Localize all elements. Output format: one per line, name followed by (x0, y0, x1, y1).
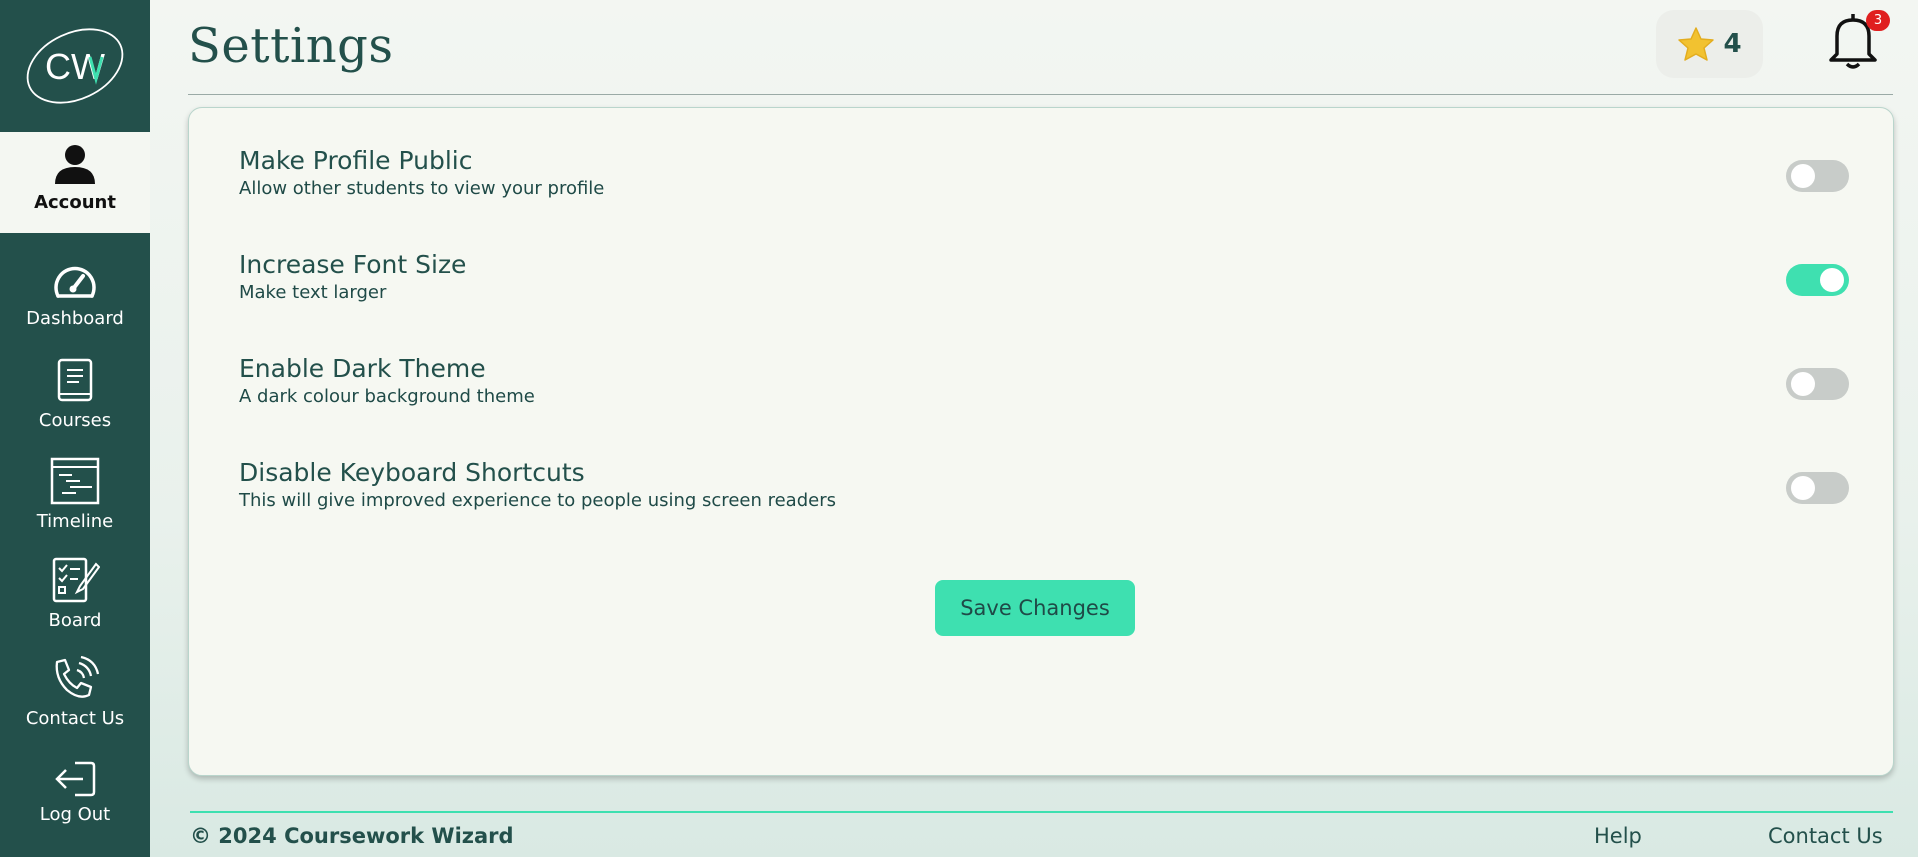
settings-card: Make Profile Public Allow other students… (188, 107, 1894, 776)
sidebar-item-courses[interactable]: Courses (0, 358, 150, 431)
sidebar-item-label: Contact Us (25, 708, 125, 729)
points-badge[interactable]: 4 (1656, 10, 1763, 78)
toggle-knob (1791, 476, 1815, 500)
person-icon (55, 145, 95, 184)
save-changes-button[interactable]: Save Changes (935, 580, 1135, 636)
setting-increase-font-size: Increase Font Size Make text larger (239, 250, 1849, 320)
setting-description: Allow other students to view your profil… (239, 178, 605, 199)
speedometer-icon (54, 266, 96, 298)
sidebar-item-label: Board (48, 610, 102, 631)
setting-title: Enable Dark Theme (239, 354, 486, 383)
profile-public-toggle[interactable] (1786, 160, 1849, 192)
keyboard-shortcuts-toggle[interactable] (1786, 472, 1849, 504)
sidebar-item-label: Log Out (39, 804, 111, 825)
sidebar-item-account[interactable]: Account (0, 132, 150, 233)
notification-count-badge: 3 (1866, 10, 1890, 31)
cw-logo-icon: CW (26, 28, 124, 104)
header-divider (188, 94, 1893, 95)
setting-enable-dark-theme: Enable Dark Theme A dark colour backgrou… (239, 354, 1849, 424)
sidebar-item-timeline[interactable]: Timeline (0, 457, 150, 532)
phone-icon (55, 656, 100, 698)
footer-divider (190, 811, 1893, 813)
footer-copyright: © 2024 Coursework Wizard (190, 824, 514, 848)
setting-title: Increase Font Size (239, 250, 467, 279)
sidebar-item-label: Timeline (36, 511, 114, 532)
sidebar-item-board[interactable]: Board (0, 556, 150, 631)
setting-disable-keyboard-shortcuts: Disable Keyboard Shortcuts This will giv… (239, 458, 1849, 528)
page-title: Settings (188, 18, 394, 74)
font-size-toggle[interactable] (1786, 264, 1849, 296)
sidebar-item-dashboard[interactable]: Dashboard (0, 262, 150, 329)
sidebar-item-label: Courses (38, 410, 112, 431)
logout-icon (55, 761, 96, 797)
toggle-knob (1791, 372, 1815, 396)
setting-description: This will give improved experience to pe… (239, 490, 836, 511)
points-count: 4 (1723, 29, 1742, 59)
sidebar-item-label: Account (34, 192, 116, 213)
sidebar-item-log-out[interactable]: Log Out (0, 760, 150, 825)
checklist-icon (52, 557, 100, 603)
book-icon (57, 358, 93, 402)
setting-description: Make text larger (239, 282, 387, 303)
star-icon (1678, 27, 1715, 61)
logo[interactable]: CW (0, 0, 150, 132)
setting-description: A dark colour background theme (239, 386, 535, 407)
setting-title: Disable Keyboard Shortcuts (239, 458, 585, 487)
toggle-knob (1820, 268, 1844, 292)
timeline-icon (50, 457, 100, 505)
sidebar-item-label: Dashboard (26, 308, 124, 329)
setting-make-profile-public: Make Profile Public Allow other students… (239, 146, 1849, 216)
toggle-knob (1791, 164, 1815, 188)
sidebar-item-contact-us[interactable]: Contact Us (0, 656, 150, 729)
dark-theme-toggle[interactable] (1786, 368, 1849, 400)
setting-title: Make Profile Public (239, 146, 473, 175)
footer-contact-link[interactable]: Contact Us (1768, 824, 1883, 848)
footer-help-link[interactable]: Help (1594, 824, 1642, 848)
sidebar: CW Account Dashboard Courses Timeline Bo… (0, 0, 150, 857)
